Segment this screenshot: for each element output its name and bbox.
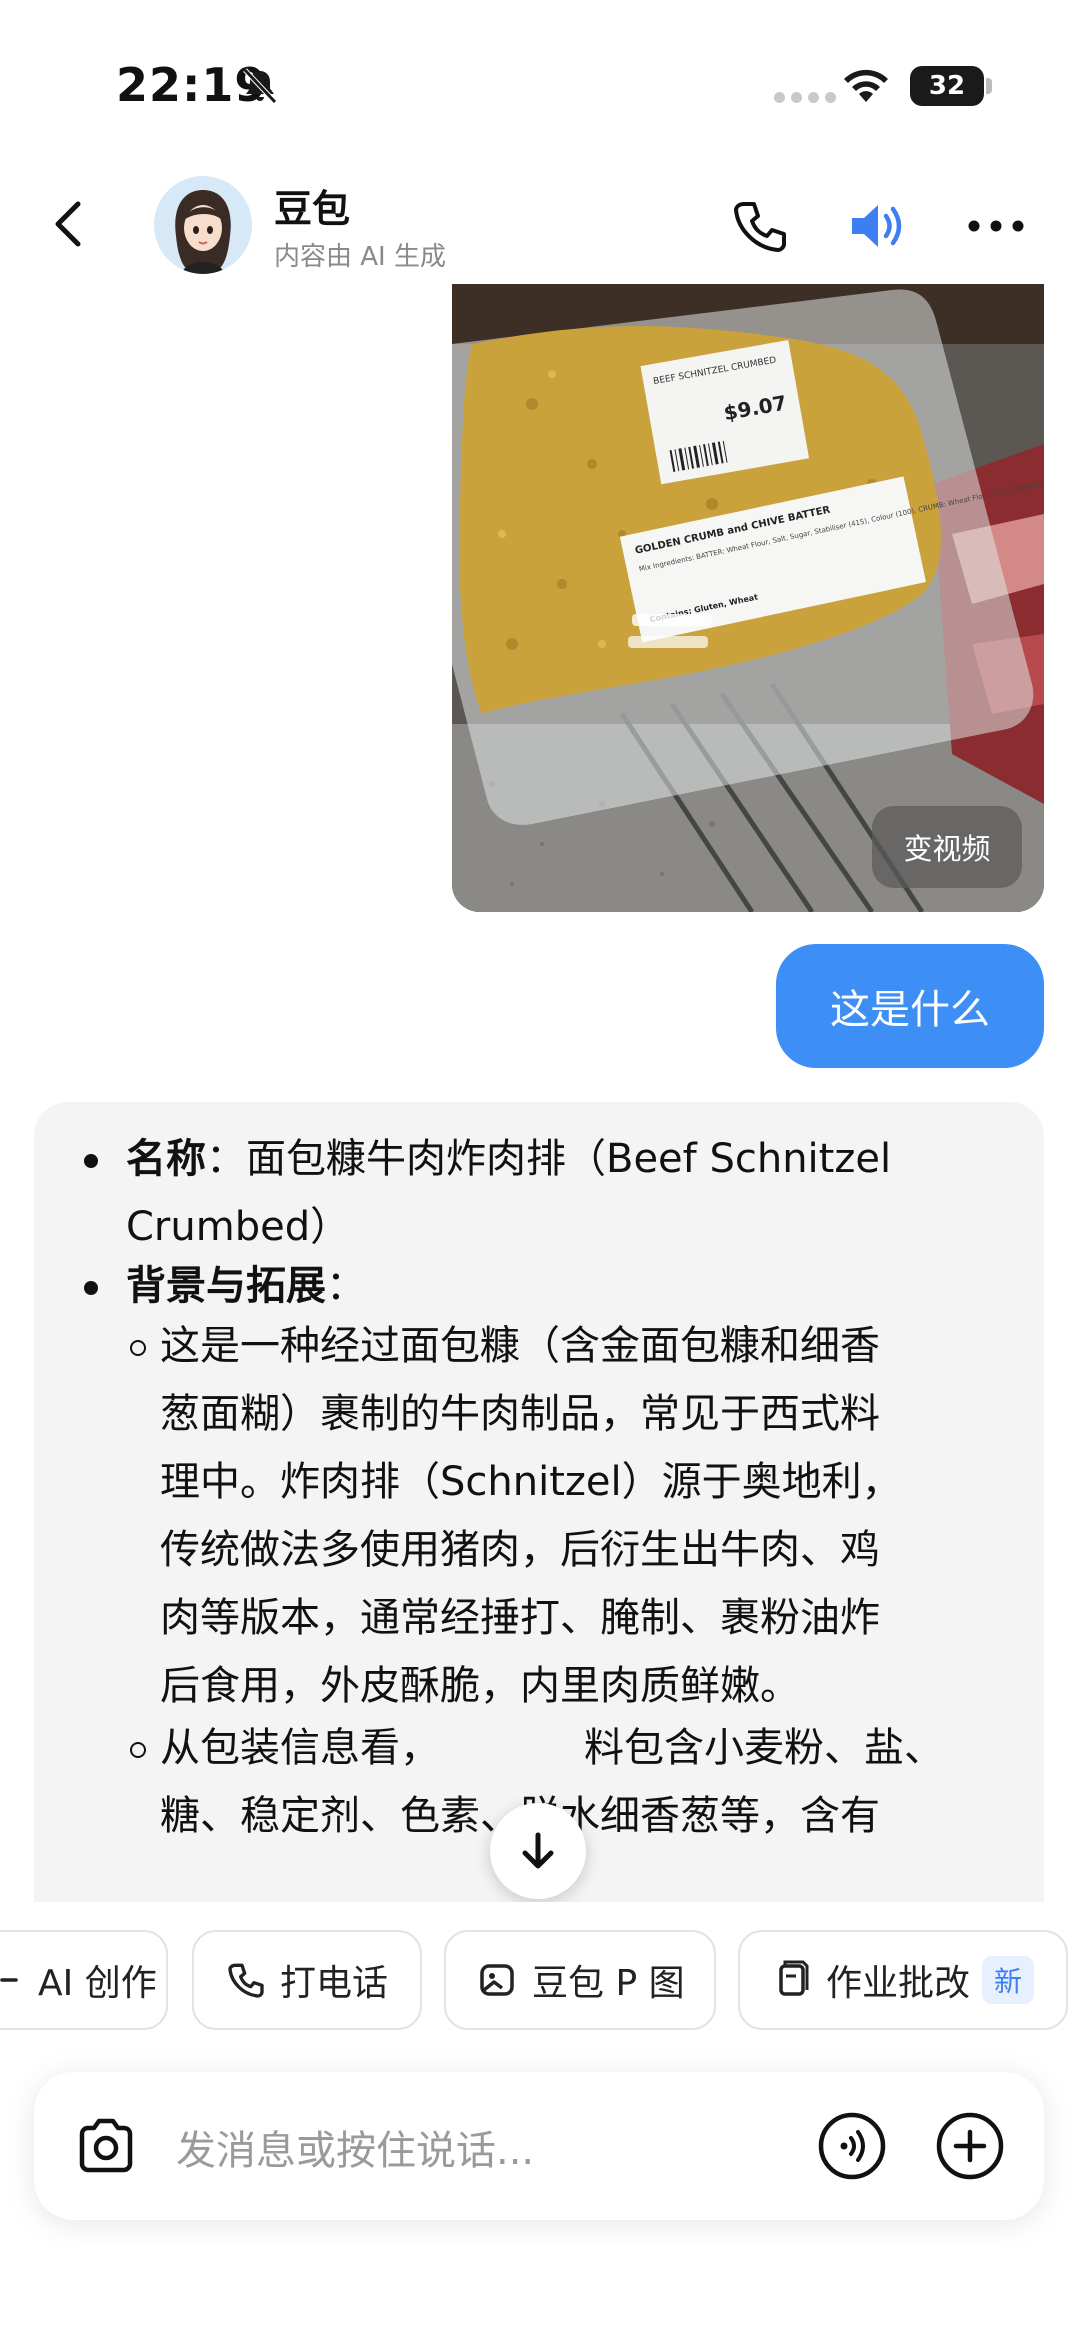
chip-homework-grading[interactable]: 作业批改 新 bbox=[738, 1930, 1068, 2030]
bullet-dot bbox=[84, 1154, 98, 1168]
new-badge: 新 bbox=[982, 1956, 1035, 2004]
name-value: ：面包糠牛肉炸肉排（Beef Schnitzel bbox=[206, 1136, 892, 1182]
camera-icon[interactable] bbox=[72, 2112, 140, 2180]
sub-bullet-circle bbox=[130, 1340, 146, 1356]
chat-screen: 22:19 32 豆包 内容由 AI 生成 BEEF SCHNITZEL CRU… bbox=[0, 0, 1080, 2348]
back-button[interactable] bbox=[40, 194, 100, 254]
answer-name-line: 名称：面包糠牛肉炸肉排（Beef Schnitzel bbox=[126, 1125, 891, 1193]
battery-icon: 32 bbox=[910, 66, 984, 106]
answer-paragraph-line: 传统做法多使用猪肉，后衍生出牛肉、鸡 bbox=[160, 1527, 880, 1573]
chip-phone-call[interactable]: 打电话 bbox=[192, 1930, 422, 2030]
battery-tip bbox=[986, 78, 992, 94]
speaker-icon[interactable] bbox=[846, 196, 910, 256]
answer-paragraph-line: 后食用，外皮酥脆，内里肉质鲜嫩。 bbox=[160, 1663, 800, 1709]
chip-label: 豆包 P 图 bbox=[532, 1963, 685, 2004]
answer-paragraph-line: 理中。炸肉排（Schnitzel）源于奥地利， bbox=[160, 1459, 902, 1505]
answer-paragraph-line-start: 从包装信息看， bbox=[160, 1725, 440, 1771]
answer-paragraph-line: 这是一种经过面包糠（含金面包糠和细香 bbox=[160, 1323, 880, 1369]
bullet-dot bbox=[84, 1281, 98, 1295]
answer-paragraph-line-end: 料包含小麦粉、盐、 bbox=[584, 1725, 944, 1771]
answer-name-line-2: Crumbed） bbox=[126, 1204, 351, 1250]
bell-muted-icon bbox=[243, 68, 277, 104]
to-video-button[interactable]: 变视频 bbox=[872, 806, 1022, 888]
image-edit-icon bbox=[480, 1964, 514, 1996]
ai-generated-note: 内容由 AI 生成 bbox=[274, 242, 446, 272]
voice-wave-icon[interactable] bbox=[816, 2110, 888, 2182]
message-list[interactable]: BEEF SCHNITZEL CRUMBED $9.07 GOLDEN CRUM… bbox=[0, 284, 1080, 1902]
phone-icon bbox=[228, 1963, 264, 1998]
chip-image-edit[interactable]: 豆包 P 图 bbox=[444, 1930, 716, 2030]
name-label: 名称 bbox=[126, 1136, 206, 1182]
arrow-down-icon bbox=[522, 1832, 554, 1869]
scroll-to-bottom-button[interactable] bbox=[490, 1803, 586, 1899]
plus-icon[interactable] bbox=[934, 2110, 1006, 2182]
chip-label: 打电话 bbox=[280, 1963, 389, 2004]
message-input[interactable]: 发消息或按住说话... bbox=[176, 2118, 534, 2176]
chip-label: AI 创作 bbox=[38, 1963, 157, 2004]
answer-paragraph-line: 肉等版本，通常经捶打、腌制、裹粉油炸 bbox=[160, 1595, 880, 1641]
homework-icon bbox=[779, 1960, 809, 1996]
ai-answer-card[interactable]: 名称：面包糠牛肉炸肉排（Beef Schnitzel Crumbed） 背景与拓… bbox=[34, 1102, 1044, 1902]
avatar[interactable] bbox=[154, 176, 252, 274]
phone-icon[interactable] bbox=[730, 196, 790, 256]
answer-background-heading: 背景与拓展： bbox=[126, 1263, 366, 1309]
message-input-bar[interactable]: 发消息或按住说话... bbox=[34, 2072, 1044, 2220]
sub-bullet-circle bbox=[130, 1742, 146, 1758]
sparkle-icon bbox=[0, 1978, 18, 1982]
chip-ai-create[interactable]: AI 创作 bbox=[0, 1930, 168, 2030]
user-message-bubble[interactable]: 这是什么 bbox=[776, 944, 1044, 1068]
signal-icon bbox=[774, 92, 836, 103]
chip-label: 作业批改 bbox=[826, 1963, 971, 2004]
bot-name: 豆包 bbox=[274, 187, 351, 231]
more-icon[interactable] bbox=[964, 196, 1028, 256]
background-label: 背景与拓展 bbox=[126, 1263, 326, 1309]
wifi-icon bbox=[844, 69, 888, 102]
answer-paragraph-line: 葱面糊）裹制的牛肉制品，常见于西式料 bbox=[160, 1391, 880, 1437]
status-bar: 22:19 32 bbox=[0, 0, 1080, 160]
chat-header: 豆包 内容由 AI 生成 bbox=[0, 160, 1080, 290]
